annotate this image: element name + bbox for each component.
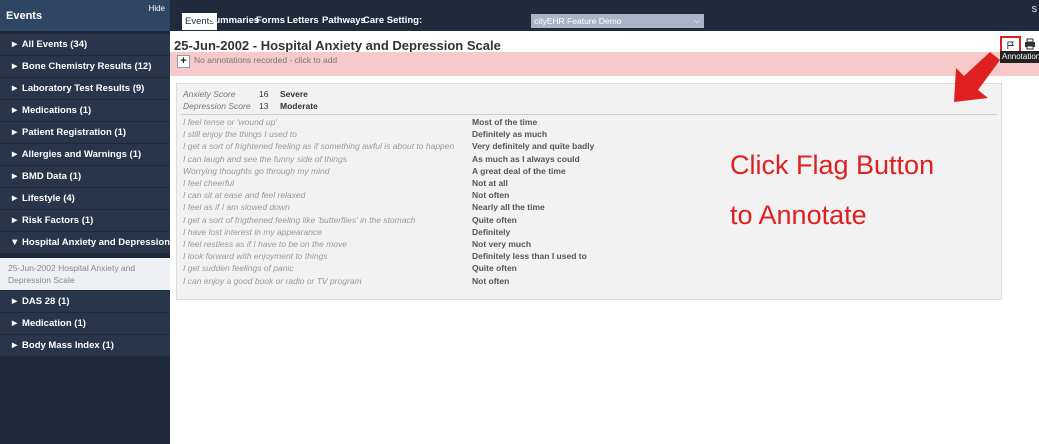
add-annotation-button[interactable]: +	[177, 55, 190, 68]
sidebar-subitem-selected[interactable]: 25-Jun-2002 Hospital Anxiety and Depress…	[0, 258, 170, 290]
annotations-bar: + No annotations recorded - click to add	[170, 52, 1039, 76]
tab-pathways[interactable]: Pathways	[322, 12, 366, 30]
answer-text: Definitely as much	[472, 129, 548, 140]
tab-summaries[interactable]: Summaries	[208, 12, 259, 30]
sidebar-item[interactable]: ► Medications (1)	[0, 100, 170, 121]
annotation-status-text[interactable]: No annotations recorded - click to add	[194, 55, 337, 65]
question-text: I can enjoy a good book or radio or TV p…	[183, 275, 362, 286]
answer-text: Quite often	[472, 214, 517, 225]
top-nav: Events Summaries Forms Letters Pathways …	[170, 0, 1039, 31]
care-setting-label: Care Setting:	[363, 15, 423, 26]
answer-text: Definitely	[472, 226, 511, 237]
hide-sidebar-link[interactable]: Hide	[149, 4, 165, 13]
plus-icon: +	[180, 55, 187, 67]
sidebar-item[interactable]: ► Laboratory Test Results (9)	[0, 78, 170, 99]
answer-text: Not often	[472, 190, 510, 201]
question-text: I can laugh and see the funny side of th…	[183, 153, 347, 164]
answer-text: Definitely less than I used to	[472, 251, 587, 262]
sidebar-title: Events	[6, 10, 43, 22]
answer-text: Not often	[472, 275, 510, 286]
hads-form: Anxiety Score 16 Severe Depression Score…	[176, 83, 1002, 300]
form-divider	[181, 114, 997, 115]
sidebar-item[interactable]: ► Medication (1)	[0, 313, 170, 334]
tab-letters[interactable]: Letters	[287, 12, 319, 30]
answer-text: Nearly all the time	[472, 202, 545, 213]
sidebar-item[interactable]: ► Bone Chemistry Results (12)	[0, 56, 170, 77]
sidebar-item[interactable]: ► All Events (34)	[0, 34, 170, 55]
score-severity: Moderate	[280, 101, 318, 111]
score-value: 13	[259, 101, 269, 111]
answer-text: Not at all	[472, 178, 508, 188]
chevron-down-icon: ⌵	[693, 16, 700, 25]
sidebar-item[interactable]: ► Body Mass Index (1)	[0, 335, 170, 356]
answer-text: Quite often	[472, 263, 517, 274]
answer-text: Very definitely and quite badly	[472, 141, 595, 152]
sidebar-item[interactable]: ▼ Hospital Anxiety and Depression Scale …	[0, 232, 170, 253]
question-text: I get a sort of frightened feeling as if…	[183, 141, 455, 152]
print-button[interactable]	[1024, 38, 1036, 51]
sidebar-item[interactable]: ► Lifestyle (4)	[0, 188, 170, 209]
question-text: I feel tense or 'wound up'	[183, 117, 277, 127]
instruction-line-2: to Annotate	[730, 200, 867, 230]
flag-icon	[1007, 41, 1015, 50]
answer-text: As much as I always could	[472, 153, 580, 164]
tab-forms[interactable]: Forms	[256, 12, 285, 30]
annotations-tooltip: Annotations	[1000, 51, 1039, 63]
question-text: Worrying thoughts go through my mind	[183, 165, 330, 176]
events-sidebar: Events Hide ► All Events (34) ► Bone Chem…	[0, 0, 170, 444]
sidebar-header: Events Hide	[0, 0, 170, 31]
care-setting-select[interactable]: cityEHR Feature Demo ⌵	[531, 14, 704, 28]
print-icon	[1025, 38, 1035, 50]
sidebar-item[interactable]: ► DAS 28 (1)	[0, 291, 170, 312]
question-text: I still enjoy the things I used to	[183, 129, 297, 140]
question-text: I feel cheerful	[183, 178, 235, 188]
arrow-icon	[954, 52, 1000, 102]
care-setting-value: cityEHR Feature Demo	[534, 16, 622, 26]
event-title: 25-Jun-2002 - Hospital Anxiety and Depre…	[174, 38, 501, 53]
score-value: 16	[259, 89, 269, 99]
instruction-line-1: Click Flag Button	[730, 150, 935, 180]
question-text: I feel restless as if I have to be on th…	[183, 239, 347, 249]
question-text: I get sudden feelings of panic	[183, 263, 294, 274]
question-text: I have lost interest in my appearance	[183, 226, 322, 237]
answer-text: A great deal of the time	[472, 165, 566, 176]
sidebar-item[interactable]: ► BMD Data (1)	[0, 166, 170, 187]
question-text: I feel as if I am slowed down	[183, 202, 290, 213]
question-text: I look forward with enjoyment to things	[183, 251, 328, 262]
score-label: Anxiety Score	[183, 89, 236, 99]
sidebar-item[interactable]: ► Allergies and Warnings (1)	[0, 144, 170, 165]
score-label: Depression Score	[183, 101, 251, 111]
sidebar-item[interactable]: ► Patient Registration (1)	[0, 122, 170, 143]
question-text: I can sit at ease and feel relaxed	[183, 190, 306, 201]
answer-text: Most of the time	[472, 117, 538, 127]
topbar-right-label[interactable]: S	[1032, 5, 1037, 14]
answer-text: Not very much	[472, 239, 532, 249]
sidebar-item[interactable]: ► Risk Factors (1)	[0, 210, 170, 231]
score-severity: Severe	[280, 89, 308, 99]
question-text: I get a sort of frigthened feeling like …	[183, 214, 416, 225]
